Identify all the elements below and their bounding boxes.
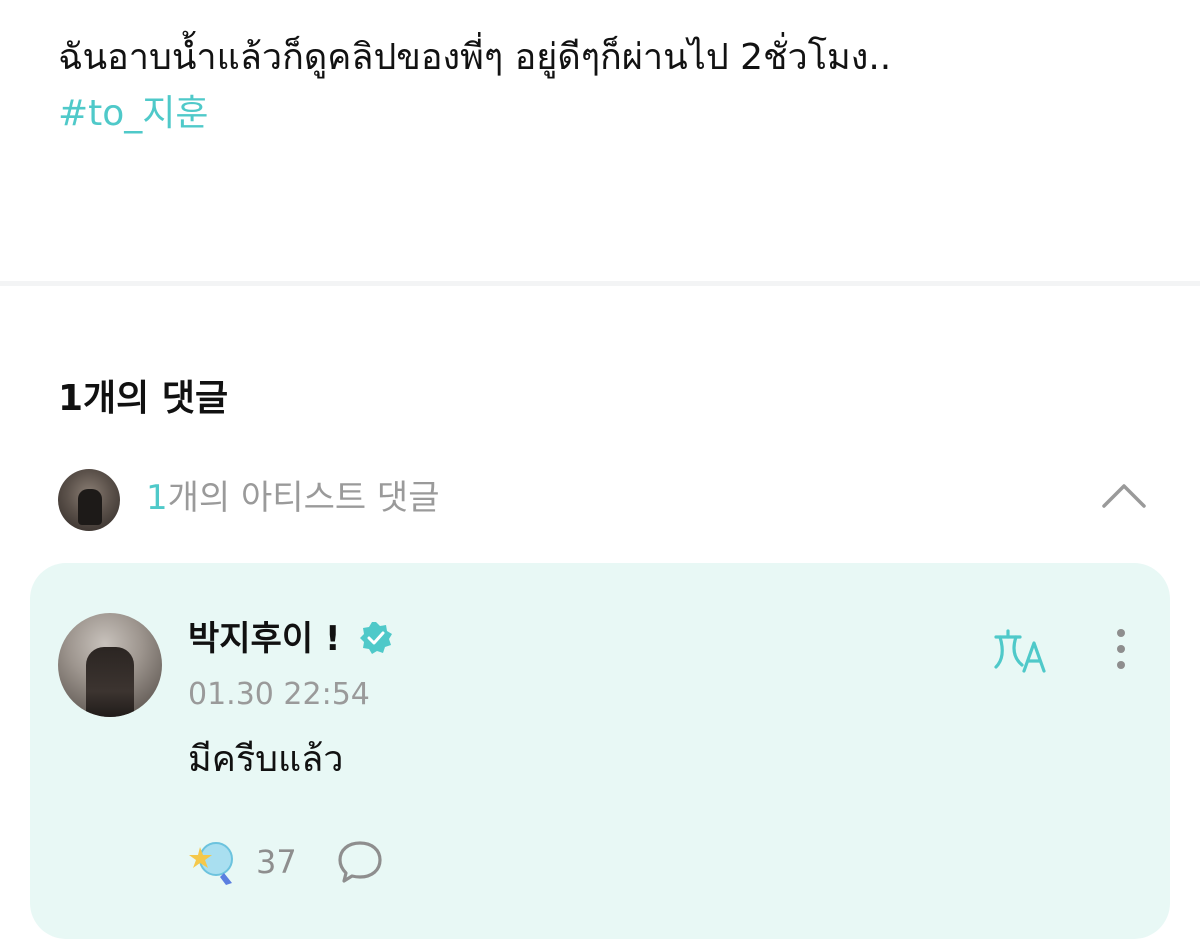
cheer-icon[interactable] xyxy=(188,837,238,887)
artist-comments-count: 1 xyxy=(146,478,168,518)
section-divider xyxy=(0,281,1200,286)
post-text: ฉันอาบน้ำแล้วก็ดูคลิปของพี่ๆ อยู่ดีๆก็ผ่… xyxy=(58,37,892,78)
reply-bubble-icon[interactable] xyxy=(336,839,384,885)
artist-comments-text: 개의 아티스트 댓글 xyxy=(167,478,440,518)
post-hashtag[interactable]: #to_지훈 xyxy=(58,86,209,142)
comment-author[interactable]: 박지후이 ! xyxy=(188,615,394,663)
comments-count-heading: 1개의 댓글 xyxy=(58,378,229,419)
cheer-count: 37 xyxy=(256,843,297,881)
chevron-up-icon[interactable] xyxy=(1100,478,1148,514)
post-body: ฉันอาบน้ำแล้วก็ดูคลิปของพี่ๆ อยู่ดีๆก็ผ่… xyxy=(58,30,1158,142)
artist-comments-toggle[interactable]: 1개의 아티스트 댓글 xyxy=(58,466,1148,531)
comment-text: มีครีบแล้ว xyxy=(188,739,344,780)
comment-author-avatar[interactable] xyxy=(58,613,162,717)
comment-timestamp: 01.30 22:54 xyxy=(188,677,370,712)
artist-comment-card: 박지후이 ! 01.30 22:54 มีครีบแล้ว 37 xyxy=(30,563,1170,939)
translate-icon[interactable] xyxy=(992,627,1052,677)
more-vertical-icon[interactable] xyxy=(1108,627,1134,677)
comment-author-name: 박지후이 ! xyxy=(188,619,341,659)
verified-badge-icon xyxy=(360,621,393,654)
artist-avatar xyxy=(58,469,120,531)
artist-comments-label: 1개의 아티스트 댓글 xyxy=(146,474,440,522)
